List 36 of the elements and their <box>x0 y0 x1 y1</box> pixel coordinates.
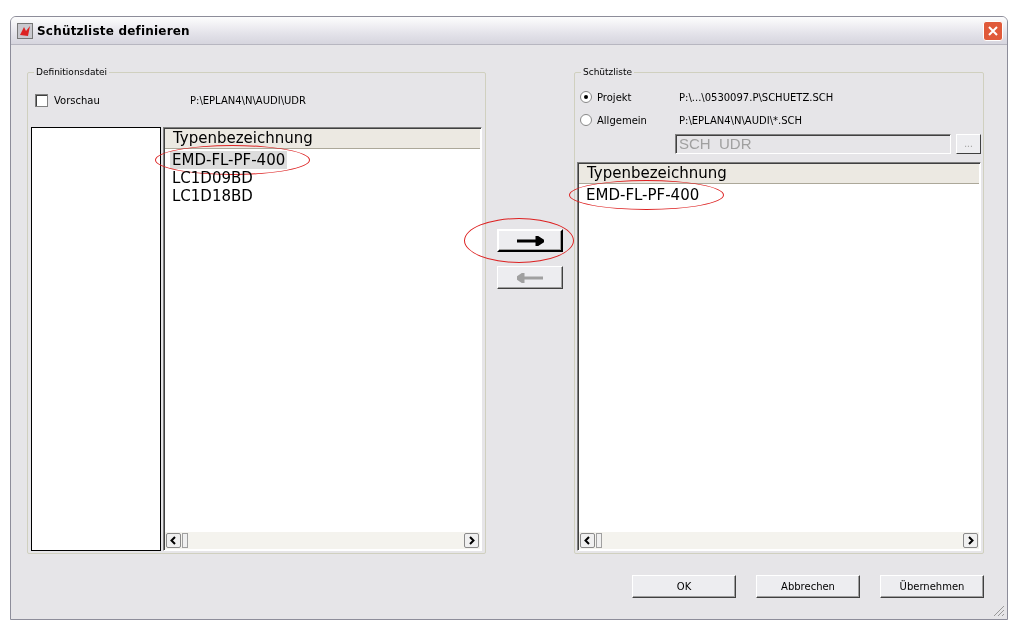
move-button[interactable] <box>497 229 564 252</box>
radio-label[interactable]: Projekt <box>597 91 679 103</box>
radio-button[interactable] <box>580 91 592 103</box>
preview-checkbox[interactable] <box>35 93 48 107</box>
close-button[interactable] <box>983 20 1003 41</box>
close-icon <box>988 25 998 36</box>
dialog-button[interactable]: Abbrechen <box>756 575 860 598</box>
app-icon <box>17 22 33 39</box>
list-item[interactable]: LC1D09BD <box>170 169 255 187</box>
resize-grip-icon <box>993 605 1005 617</box>
scroll-thumb[interactable] <box>596 533 602 548</box>
file-path: P:\EPLAN4\N\AUDI\UDR <box>190 94 306 106</box>
scroll-right-icon <box>468 536 476 545</box>
horizontal-scrollbar[interactable] <box>165 532 481 549</box>
radio-label[interactable]: Allgemein <box>597 114 679 126</box>
file-path: P:\...\0530097.P\SCHUETZ.SCH <box>679 91 834 103</box>
file-path: P:\EPLAN4\N\AUDI\*.SCH <box>679 114 803 126</box>
window-title: Schützliste definieren <box>37 23 190 38</box>
scroll-left-icon <box>584 536 591 545</box>
arrow-left-icon <box>516 272 544 283</box>
scroll-right-icon <box>967 536 974 545</box>
group-label: Definitionsdatei <box>34 66 110 78</box>
scroll-left-icon <box>170 536 177 545</box>
list-item[interactable]: EMD-FL-PF-400 <box>170 151 288 169</box>
arrow-right-icon <box>516 235 544 246</box>
column-header[interactable]: Typenbezeichnung <box>165 129 481 149</box>
group-label: Schützliste <box>581 66 635 78</box>
scroll-thumb[interactable] <box>182 533 188 548</box>
column-header[interactable]: Typenbezeichnung <box>579 164 979 184</box>
dialog-button[interactable]: OK <box>632 575 736 598</box>
dialog-button[interactable]: Übernehmen <box>880 575 984 598</box>
checkbox-label[interactable]: Vorschau <box>54 94 190 106</box>
radio-button[interactable] <box>580 114 592 126</box>
list-item[interactable]: LC1D18BD <box>170 187 255 205</box>
list-item[interactable]: EMD-FL-PF-400 <box>584 186 702 204</box>
horizontal-scrollbar[interactable] <box>579 532 979 549</box>
